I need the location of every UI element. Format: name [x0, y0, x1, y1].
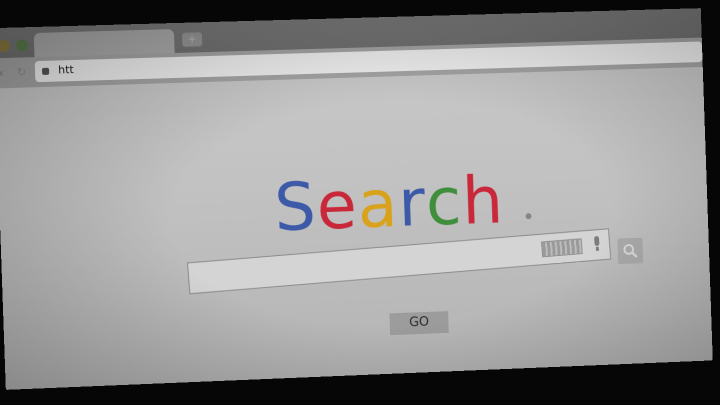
logo-letter: e: [315, 166, 359, 245]
search-logo: Search: [273, 162, 505, 246]
search-button[interactable]: [617, 237, 644, 265]
logo-letter: S: [273, 168, 319, 247]
magnifier-icon: [622, 243, 638, 259]
reload-icon[interactable]: ↻: [17, 65, 27, 78]
window-close-icon[interactable]: [0, 39, 11, 53]
back-icon[interactable]: ◂: [0, 66, 3, 79]
window-minimize-icon[interactable]: [15, 39, 29, 52]
browser-window: + ◂ ↻ htt Search GO: [0, 8, 713, 390]
microphone-icon[interactable]: [593, 235, 600, 247]
keyboard-icon[interactable]: [541, 238, 583, 258]
logo-letter: h: [460, 161, 506, 240]
logo-letter: a: [356, 165, 400, 244]
logo-letter: c: [424, 163, 464, 241]
new-tab-button[interactable]: +: [181, 32, 203, 47]
lock-icon: [41, 67, 50, 75]
logo-dot: [525, 213, 532, 220]
logo-letter: r: [396, 164, 428, 242]
go-button[interactable]: GO: [389, 311, 449, 336]
address-bar-text: htt: [57, 62, 75, 77]
